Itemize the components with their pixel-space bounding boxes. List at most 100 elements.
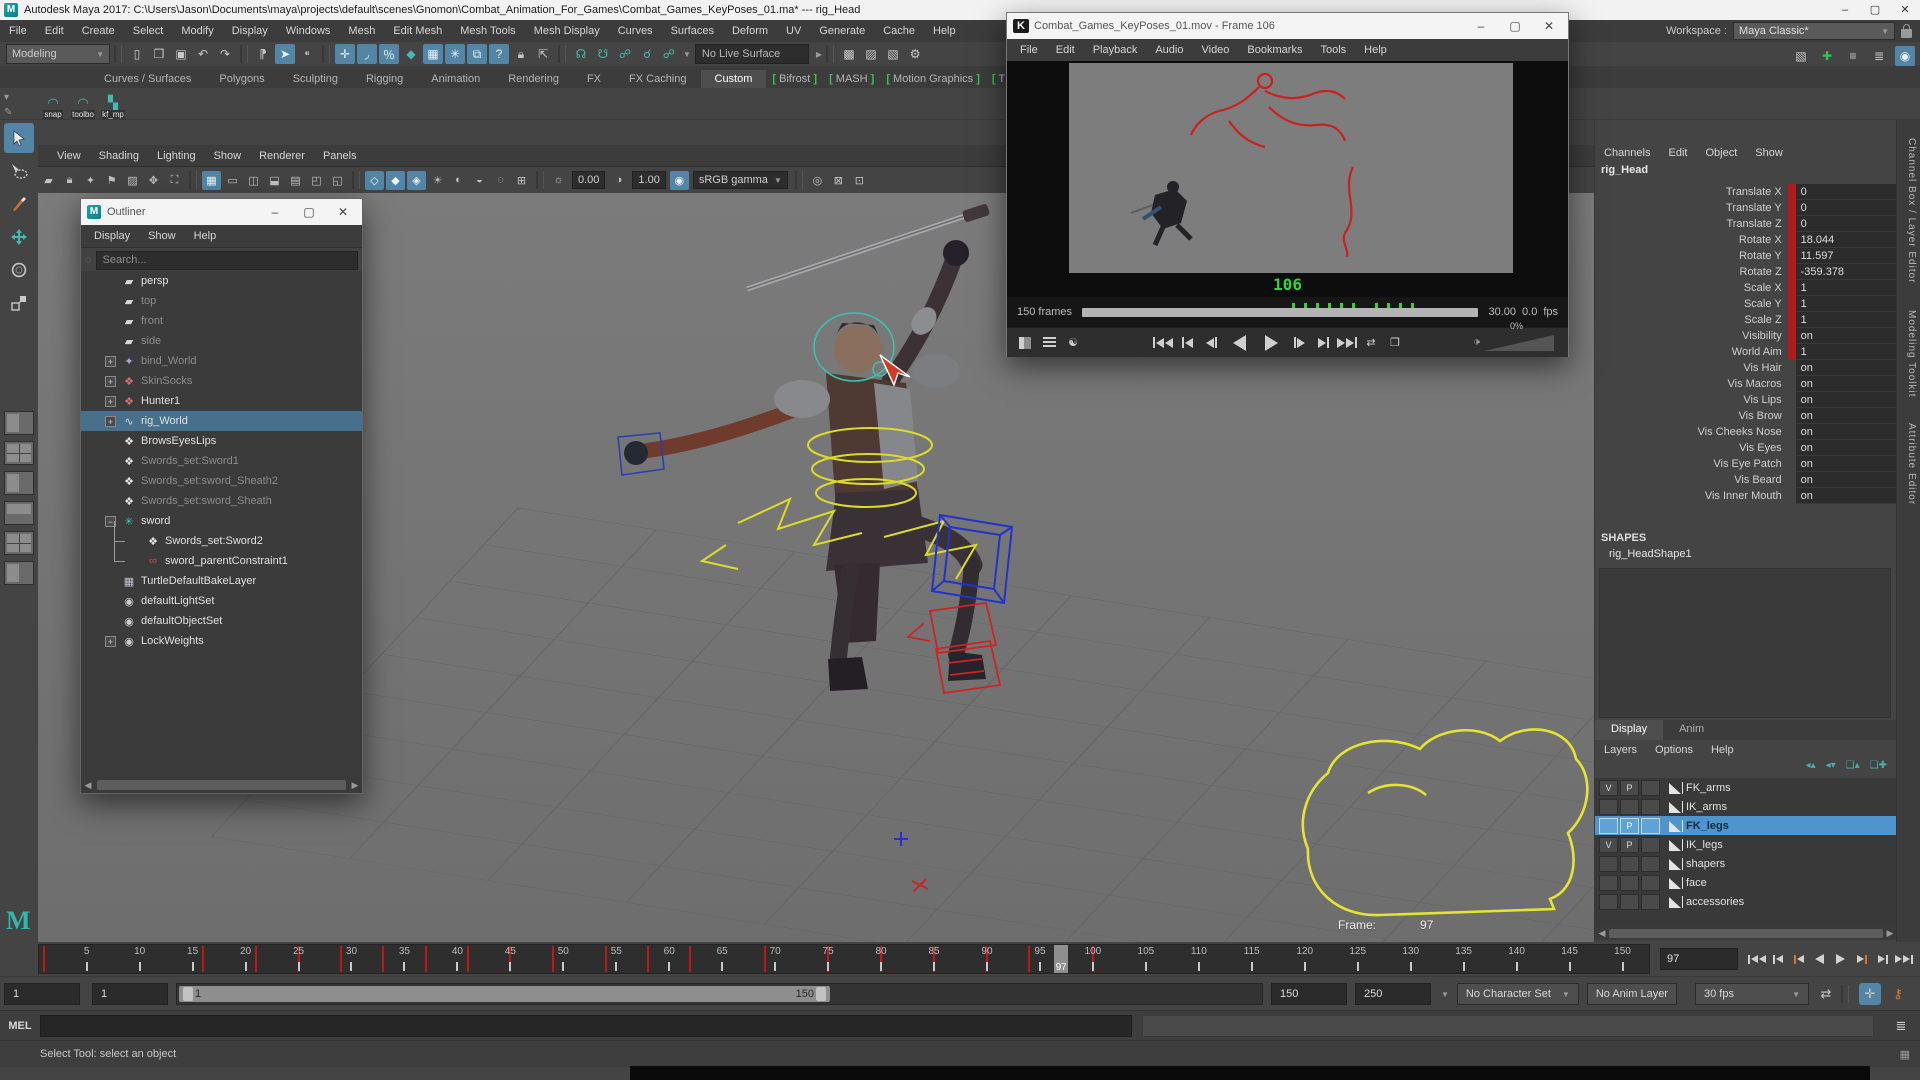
channel-row[interactable]: Vis Eye Patch on (1595, 456, 1897, 472)
channel-row[interactable]: Vis Cheeks Nose on (1595, 424, 1897, 440)
color-management-icon[interactable]: ◉ (670, 171, 689, 190)
rotate-tool-button[interactable] (4, 255, 34, 285)
play-backwards-button[interactable] (1809, 948, 1830, 970)
shelf-tab[interactable]: Curves / Surfaces (90, 70, 205, 88)
player-menu-item[interactable]: Audio (1146, 39, 1192, 61)
layer-row[interactable]: P FK_legs (1595, 816, 1897, 835)
player-video-area[interactable] (1007, 61, 1568, 297)
range-bar[interactable]: 1 150 (179, 986, 830, 1002)
layer-row[interactable]: face (1595, 873, 1897, 892)
image-plane-icon[interactable]: ▨ (123, 171, 142, 190)
panel-menu-item[interactable]: Shading (90, 145, 148, 167)
select-tool-button[interactable] (4, 123, 34, 153)
step-forward-key-button[interactable] (1851, 948, 1872, 970)
channel-row[interactable]: World Aim 1 (1595, 344, 1897, 360)
previous-bookmark-button[interactable] (1175, 332, 1199, 354)
layer-color-icon[interactable] (1668, 876, 1684, 890)
step-forward-button[interactable] (1287, 332, 1311, 354)
snap-projected-center-icon[interactable]: ◆ (401, 44, 421, 64)
shelf-tab-plugin[interactable]: [ Motion Graphics ] (880, 70, 986, 88)
render-settings-icon[interactable]: ⚙︎ (905, 44, 925, 64)
make-live-icon[interactable]: ✳ (445, 44, 465, 64)
animation-start-field[interactable]: 1 (92, 983, 168, 1005)
shelf-tab[interactable]: Rigging (352, 70, 417, 88)
safe-title-icon[interactable]: ◱ (328, 171, 347, 190)
outliner-row[interactable]: ◉ defaultLightSet (81, 591, 362, 611)
channel-value-field[interactable]: 0 (1796, 184, 1897, 200)
menu-item[interactable]: Generate (810, 20, 874, 42)
minimize-icon[interactable]: – (1830, 0, 1860, 20)
channel-value-field[interactable]: 0 (1796, 216, 1897, 232)
layer-playback-toggle[interactable] (1620, 856, 1639, 872)
use-all-lights-icon[interactable]: ☀ (428, 171, 447, 190)
menu-item[interactable]: Surfaces (662, 20, 723, 42)
player-menu-item[interactable]: Playback (1084, 39, 1147, 61)
shelf-tab[interactable]: FX (573, 70, 615, 88)
scale-tool-button[interactable] (4, 288, 34, 318)
shelf-tab[interactable]: FX Caching (615, 70, 700, 88)
range-end-handle[interactable] (816, 987, 826, 1001)
input-connection-icon[interactable]: ☊ (571, 44, 591, 64)
play-forward-button[interactable] (1255, 332, 1287, 354)
step-back-frame-button[interactable] (1767, 948, 1788, 970)
panel-menu-item[interactable]: View (48, 145, 90, 167)
expand-toggle-icon[interactable]: + (105, 356, 116, 367)
layer-playback-toggle[interactable]: P (1620, 818, 1639, 834)
outliner-titlebar[interactable]: M Outliner – ▢ ✕ (81, 199, 362, 225)
channel-value-field[interactable]: 18.044 (1796, 232, 1897, 248)
scroll-right-icon[interactable]: ▶ (348, 780, 362, 791)
outliner-row[interactable]: + ✦ bind_World (81, 351, 362, 371)
character-controls-icon[interactable]: ✚ (1817, 46, 1837, 66)
layer-color-icon[interactable] (1668, 838, 1684, 852)
expand-toggle-icon[interactable] (105, 476, 116, 487)
channel-value-field[interactable]: on (1796, 360, 1897, 376)
layer-display-type-toggle[interactable] (1641, 875, 1660, 891)
mel-label[interactable]: MEL (0, 1020, 40, 1032)
shelf-tab-plugin[interactable]: [ Bifrost ] (766, 70, 823, 88)
tab-modeling-toolkit[interactable]: Modeling Toolkit (1901, 302, 1917, 406)
render-current-icon[interactable]: ▨ (861, 44, 881, 64)
go-to-start-button[interactable] (1151, 332, 1175, 354)
snap-grid-icon[interactable]: ✛ (335, 44, 355, 64)
step-back-key-button[interactable] (1788, 948, 1809, 970)
render-connection-icon[interactable]: ☍ (659, 44, 679, 64)
player-menu-item[interactable]: Video (1192, 39, 1238, 61)
exposure-field[interactable]: 0.00 (572, 171, 605, 189)
new-layer-icon[interactable]: ❏✚ (1870, 760, 1887, 771)
menu-item[interactable]: Windows (277, 20, 340, 42)
move-layer-up-icon[interactable]: ◂▴ (1806, 760, 1816, 771)
shelf-menu-icon[interactable]: ▾ (4, 92, 12, 103)
channel-row[interactable]: Scale X 1 (1595, 280, 1897, 296)
shelf-edit-icon[interactable]: ✎ (4, 107, 12, 118)
view-transform-dropdown[interactable]: sRGB gamma ▼ (693, 171, 788, 189)
channel-row[interactable]: Vis Eyes on (1595, 440, 1897, 456)
list-options-icon[interactable]: ≣ (1869, 46, 1889, 66)
channel-value-field[interactable]: on (1796, 440, 1897, 456)
channel-row[interactable]: Translate Y 0 (1595, 200, 1897, 216)
layer-visibility-toggle[interactable] (1599, 818, 1618, 834)
outliner-hscrollbar[interactable]: ◀ ▶ (81, 777, 362, 793)
playback-loop-icon[interactable]: ⇄ (1815, 983, 1837, 1005)
safe-action-icon[interactable]: ◰ (307, 171, 326, 190)
animation-preferences-icon[interactable]: ⚷︎ (1887, 983, 1909, 1005)
menu-item[interactable]: Edit (36, 20, 73, 42)
layer-visibility-toggle[interactable]: V (1599, 837, 1618, 853)
expand-toggle-icon[interactable] (105, 296, 116, 307)
layer-color-icon[interactable] (1668, 800, 1684, 814)
shelf-tab-plugin[interactable]: [ MASH ] (823, 70, 880, 88)
step-forward-frame-button[interactable] (1872, 948, 1893, 970)
player-menu-item[interactable]: Help (1355, 39, 1396, 61)
expand-toggle-icon[interactable] (105, 576, 116, 587)
bookmark-icon[interactable]: ⚑ (102, 171, 121, 190)
move-tool-button[interactable] (4, 222, 34, 252)
minimize-icon[interactable]: – (258, 199, 292, 225)
channel-value-field[interactable]: on (1796, 424, 1897, 440)
outliner-row[interactable]: ▰ side (81, 331, 362, 351)
open-scene-icon[interactable]: ❒ (149, 44, 169, 64)
shelf-tab[interactable]: Rendering (494, 70, 573, 88)
shelf-item-button[interactable]: ◠ snap (38, 89, 68, 119)
play-backward-button[interactable] (1223, 332, 1255, 354)
save-scene-icon[interactable]: ▣ (171, 44, 191, 64)
layer-color-icon[interactable] (1668, 781, 1684, 795)
go-to-end-button[interactable] (1335, 332, 1359, 354)
